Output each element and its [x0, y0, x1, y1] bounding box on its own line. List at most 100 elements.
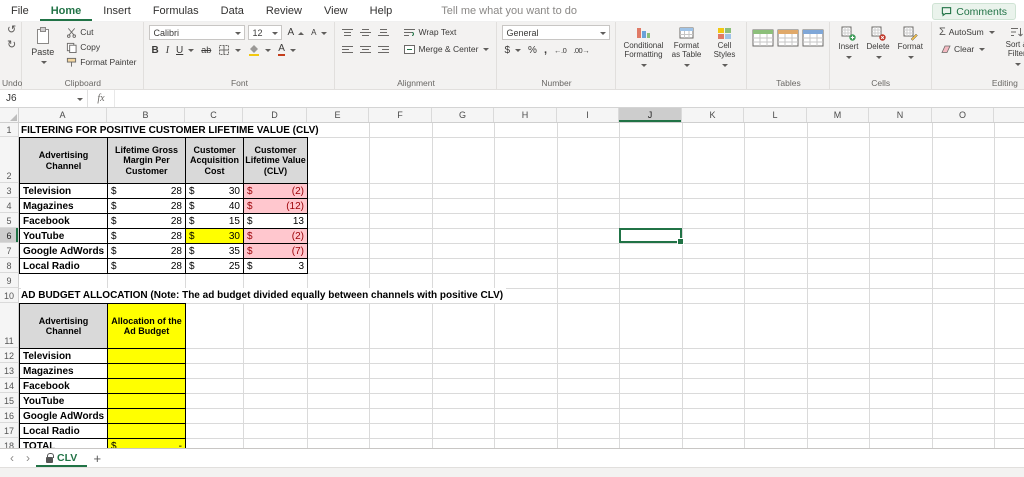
tell-me-search[interactable]: Tell me what you want to do	[441, 0, 577, 21]
column-header-O[interactable]: O	[932, 108, 994, 122]
cell[interactable]: Facebook	[20, 379, 108, 394]
cell[interactable]: $ (12)	[244, 199, 308, 214]
format-as-table-button[interactable]: Format as Table	[667, 25, 705, 69]
align-left-button[interactable]	[340, 42, 355, 56]
row-header-10[interactable]: 10	[0, 288, 19, 303]
align-top-button[interactable]	[340, 25, 355, 39]
header-cell[interactable]: Lifetime Gross Margin Per Customer	[108, 138, 186, 184]
borders-button[interactable]	[216, 43, 243, 57]
align-middle-button[interactable]	[358, 25, 373, 39]
strikethrough-button[interactable]: ab	[199, 43, 213, 57]
cell[interactable]: $30	[186, 184, 244, 199]
cell[interactable]: $28	[108, 244, 186, 259]
sheet-tab-clv[interactable]: CLV	[36, 449, 88, 467]
column-header-I[interactable]: I	[557, 108, 619, 122]
allocation-cell[interactable]	[108, 424, 186, 439]
row-header-8[interactable]: 8	[0, 258, 19, 273]
insert-cells-button[interactable]: Insert	[835, 25, 861, 61]
allocation-cell[interactable]	[108, 364, 186, 379]
row-header-17[interactable]: 17	[0, 423, 19, 438]
ribbon-tab-insert[interactable]: Insert	[92, 0, 142, 21]
cell[interactable]: $28	[108, 184, 186, 199]
cell[interactable]: $3	[244, 259, 308, 274]
row-header-6[interactable]: 6	[0, 228, 19, 243]
cell[interactable]: $28	[108, 214, 186, 229]
comments-button[interactable]: Comments	[932, 3, 1016, 20]
cell[interactable]: Google AdWords	[20, 244, 108, 259]
cell[interactable]: TOTAL	[20, 439, 108, 448]
increase-font-size-button[interactable]: A	[285, 26, 306, 40]
cell[interactable]: Magazines	[20, 199, 108, 214]
row-header-7[interactable]: 7	[0, 243, 19, 258]
clear-button[interactable]: Clear	[937, 42, 997, 56]
format-painter-button[interactable]: Format Painter	[64, 55, 138, 69]
ribbon-tab-home[interactable]: Home	[40, 0, 93, 21]
allocation-cell[interactable]	[108, 379, 186, 394]
column-header-C[interactable]: C	[185, 108, 243, 122]
table-icon[interactable]	[777, 29, 799, 47]
cell[interactable]: $40	[186, 199, 244, 214]
table-icon[interactable]	[802, 29, 824, 47]
copy-button[interactable]: Copy	[64, 40, 138, 54]
undo-icon[interactable]: ↺	[7, 25, 16, 36]
cell[interactable]: YouTube	[20, 394, 108, 409]
row-header-14[interactable]: 14	[0, 378, 19, 393]
comma-style-button[interactable]: ,	[542, 43, 549, 57]
header-cell[interactable]: Advertising Channel	[20, 138, 108, 184]
ribbon-tab-file[interactable]: File	[0, 0, 40, 21]
cell[interactable]: $28	[108, 229, 186, 244]
row-header-15[interactable]: 15	[0, 393, 19, 408]
header-cell[interactable]: Customer Acquisition Cost	[186, 138, 244, 184]
total-cell[interactable]: $ -	[108, 439, 186, 448]
ribbon-tab-formulas[interactable]: Formulas	[142, 0, 210, 21]
column-header-H[interactable]: H	[494, 108, 557, 122]
allocation-cell[interactable]	[108, 394, 186, 409]
cell[interactable]: Magazines	[20, 364, 108, 379]
italic-button[interactable]: I	[164, 43, 171, 57]
row-header-16[interactable]: 16	[0, 408, 19, 423]
row-header-5[interactable]: 5	[0, 213, 19, 228]
column-header-A[interactable]: A	[19, 108, 107, 122]
ribbon-tab-help[interactable]: Help	[359, 0, 404, 21]
cell[interactable]: $ (2)	[244, 184, 308, 199]
delete-cells-button[interactable]: Delete	[863, 25, 892, 61]
font-family-select[interactable]: Calibri	[149, 25, 246, 40]
paste-button[interactable]: Paste	[27, 25, 58, 69]
cell[interactable]: $30	[186, 229, 244, 244]
column-header-M[interactable]: M	[807, 108, 869, 122]
column-header-J[interactable]: J	[619, 108, 682, 122]
cell[interactable]: Google AdWords	[20, 409, 108, 424]
underline-button[interactable]: U	[174, 43, 196, 57]
accounting-format-button[interactable]: $	[502, 43, 523, 57]
cell[interactable]: YouTube	[20, 229, 108, 244]
column-header-D[interactable]: D	[243, 108, 307, 122]
active-cell-selection[interactable]	[619, 228, 684, 245]
row-header-4[interactable]: 4	[0, 198, 19, 213]
cell[interactable]: Facebook	[20, 214, 108, 229]
next-sheet-icon[interactable]: ›	[20, 449, 36, 467]
header-cell[interactable]: Customer Lifetime Value (CLV)	[244, 138, 308, 184]
select-all-corner[interactable]	[0, 108, 19, 122]
cell[interactable]: $ (2)	[244, 229, 308, 244]
number-format-select[interactable]: General	[502, 25, 611, 40]
ribbon-tab-review[interactable]: Review	[255, 0, 313, 21]
cell[interactable]: Television	[20, 184, 108, 199]
cell[interactable]: $15	[186, 214, 244, 229]
ribbon-tab-data[interactable]: Data	[210, 0, 255, 21]
cell[interactable]: Local Radio	[20, 259, 108, 274]
cell[interactable]: $35	[186, 244, 244, 259]
bold-button[interactable]: B	[149, 43, 160, 57]
align-center-button[interactable]	[358, 42, 373, 56]
cell-styles-button[interactable]: Cell Styles	[707, 25, 741, 69]
column-header-B[interactable]: B	[107, 108, 185, 122]
fill-color-button[interactable]	[246, 43, 273, 57]
percent-style-button[interactable]: %	[526, 43, 539, 57]
cell[interactable]: $28	[108, 199, 186, 214]
row-header-3[interactable]: 3	[0, 183, 19, 198]
redo-icon[interactable]: ↻	[7, 40, 16, 51]
row-header-18[interactable]: 18	[0, 438, 19, 448]
header-cell[interactable]: Allocation of the Ad Budget	[108, 304, 186, 349]
column-header-K[interactable]: K	[682, 108, 744, 122]
row-header-12[interactable]: 12	[0, 348, 19, 363]
merge-center-button[interactable]: Merge & Center	[402, 42, 491, 56]
